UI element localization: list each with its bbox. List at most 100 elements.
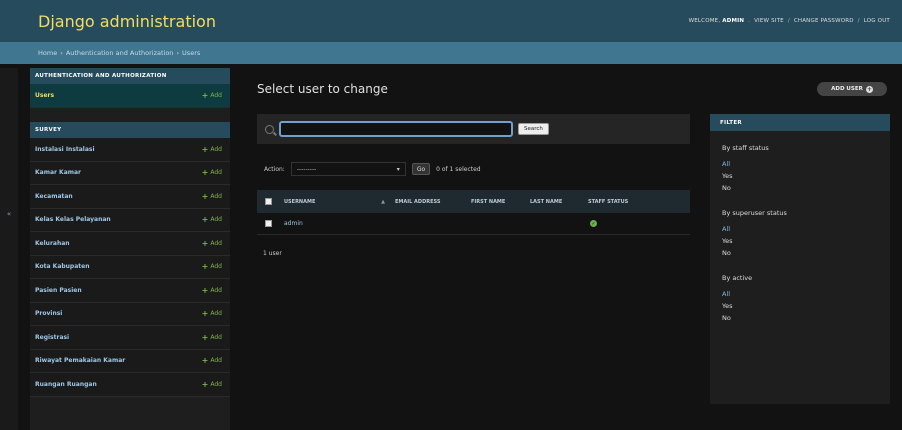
search-button[interactable]: Search: [518, 123, 549, 135]
filter-option[interactable]: No: [722, 249, 890, 261]
actions-bar: Action: --------- ▾ Go 0 of 1 selected: [264, 162, 481, 176]
sidebar-item-instalasi-instalasi: Instalasi Instalasi + Add: [30, 138, 230, 162]
add-link[interactable]: + Add: [202, 286, 222, 295]
plus-icon: +: [201, 262, 209, 272]
column-staff-status[interactable]: STAFF STATUS: [584, 199, 654, 205]
breadcrumb-auth[interactable]: Authentication and Authorization: [66, 49, 174, 57]
filter-group: By active All Yes No: [710, 274, 890, 326]
filter-panel: FILTER By staff status All Yes No By superus…: [710, 114, 890, 404]
filter-group: By staff status All Yes No: [710, 144, 890, 196]
breadcrumb-users: Users: [182, 49, 201, 57]
results-table: USERNAME ▲ EMAIL ADDRESS FIRST NAME LAST…: [257, 190, 690, 235]
add-user-button[interactable]: ADD USER +: [817, 82, 887, 96]
sidebar-item-kelurahan: Kelurahan + Add: [30, 232, 230, 256]
add-link[interactable]: + Add: [202, 356, 222, 365]
module-caption[interactable]: AUTHENTICATION AND AUTHORIZATION: [30, 68, 230, 84]
model-link[interactable]: Pasien Pasien: [35, 287, 82, 294]
add-link[interactable]: + Add: [202, 239, 222, 248]
filter-option[interactable]: Yes: [722, 237, 890, 249]
sidebar-item-kota-kabupaten: Kota Kabupaten + Add: [30, 255, 230, 279]
plus-icon: +: [201, 309, 209, 319]
add-link[interactable]: + Add: [202, 91, 222, 100]
model-link[interactable]: Instalasi Instalasi: [35, 146, 95, 153]
filter-option[interactable]: All: [722, 290, 890, 302]
username-link[interactable]: admin: [280, 220, 375, 227]
model-link[interactable]: Kelurahan: [35, 240, 70, 247]
filter-title: FILTER: [710, 114, 890, 131]
sidebar-item-provinsi: Provinsi + Add: [30, 302, 230, 326]
filter-option[interactable]: All: [722, 160, 890, 172]
add-link[interactable]: + Add: [202, 192, 222, 201]
breadcrumb: Home › Authentication and Authorization …: [0, 42, 902, 64]
column-username[interactable]: USERNAME: [280, 199, 375, 205]
filter-option[interactable]: No: [722, 184, 890, 196]
plus-icon: +: [201, 332, 209, 342]
plus-icon: +: [201, 285, 209, 295]
add-link[interactable]: + Add: [202, 168, 222, 177]
site-branding[interactable]: Django administration: [38, 12, 216, 31]
model-link[interactable]: Ruangan Ruangan: [35, 381, 97, 388]
sort-icon[interactable]: ▲: [375, 199, 391, 205]
row-checkbox[interactable]: [265, 220, 272, 227]
sidebar-item-pasien-pasien: Pasien Pasien + Add: [30, 279, 230, 303]
table-row: admin ✓: [257, 213, 690, 235]
breadcrumb-home[interactable]: Home: [38, 49, 57, 57]
add-link[interactable]: + Add: [202, 333, 222, 342]
filter-option[interactable]: Yes: [722, 302, 890, 314]
view-site-link[interactable]: VIEW SITE: [754, 18, 784, 24]
plus-icon: +: [201, 379, 209, 389]
module-survey: SURVEY Instalasi Instalasi + Add Kamar Kama…: [30, 122, 230, 397]
filter-heading: By active: [722, 274, 753, 282]
add-link[interactable]: + Add: [202, 215, 222, 224]
filter-option[interactable]: No: [722, 314, 890, 326]
column-last-name[interactable]: LAST NAME: [526, 199, 584, 205]
action-select[interactable]: --------- ▾: [290, 162, 406, 176]
plus-circle-icon: +: [865, 85, 873, 93]
add-link[interactable]: + Add: [202, 380, 222, 389]
username: ADMIN: [722, 18, 745, 24]
table-header: USERNAME ▲ EMAIL ADDRESS FIRST NAME LAST…: [257, 190, 690, 213]
module-auth: AUTHENTICATION AND AUTHORIZATION Users +…: [30, 68, 230, 108]
filter-heading: By superuser status: [722, 209, 787, 217]
sidebar-item-kamar-kamar: Kamar Kamar + Add: [30, 161, 230, 185]
go-button[interactable]: Go: [411, 163, 431, 175]
model-link[interactable]: Kecamatan: [35, 193, 73, 200]
search-icon: [265, 124, 274, 134]
search-input[interactable]: [279, 121, 513, 137]
column-email[interactable]: EMAIL ADDRESS: [391, 199, 467, 205]
action-label: Action:: [264, 165, 285, 173]
logout-link[interactable]: LOG OUT: [864, 18, 890, 24]
user-tools: WELCOME, ADMIN . VIEW SITE / CHANGE PASS…: [688, 18, 890, 24]
model-link[interactable]: Kamar Kamar: [35, 169, 81, 176]
plus-icon: +: [201, 168, 209, 178]
add-link[interactable]: + Add: [202, 262, 222, 271]
plus-icon: +: [201, 191, 209, 201]
filter-option[interactable]: Yes: [722, 172, 890, 184]
sidebar-item-registrasi: Registrasi + Add: [30, 326, 230, 350]
filter-option[interactable]: All: [722, 225, 890, 237]
model-link[interactable]: Provinsi: [35, 310, 62, 317]
sidebar-toggle[interactable]: «: [0, 68, 18, 430]
column-first-name[interactable]: FIRST NAME: [467, 199, 526, 205]
model-link[interactable]: Users: [35, 92, 54, 99]
selection-counter: 0 of 1 selected: [436, 165, 481, 173]
model-link[interactable]: Registrasi: [35, 334, 69, 341]
sidebar-item-riwayat-pemakaian-kamar: Riwayat Pemakaian Kamar + Add: [30, 349, 230, 373]
check-circle-icon: ✓: [590, 220, 597, 227]
add-link[interactable]: + Add: [202, 145, 222, 154]
plus-icon: +: [201, 91, 209, 100]
sidebar-item-kelas-kelas-pelayanan: Kelas Kelas Pelayanan + Add: [30, 208, 230, 232]
select-all-checkbox[interactable]: [265, 198, 272, 205]
sidebar-item-kecamatan: Kecamatan + Add: [30, 185, 230, 209]
model-link[interactable]: Kelas Kelas Pelayanan: [35, 216, 111, 223]
welcome-text: WELCOME,: [688, 18, 721, 24]
sidebar-item-users: Users + Add: [30, 84, 230, 108]
add-link[interactable]: + Add: [202, 309, 222, 318]
filter-heading: By staff status: [722, 144, 769, 152]
plus-icon: +: [201, 238, 209, 248]
change-password-link[interactable]: CHANGE PASSWORD: [794, 18, 854, 24]
sidebar: AUTHENTICATION AND AUTHORIZATION Users +…: [30, 68, 230, 430]
module-caption[interactable]: SURVEY: [30, 122, 230, 138]
model-link[interactable]: Riwayat Pemakaian Kamar: [35, 357, 125, 364]
model-link[interactable]: Kota Kabupaten: [35, 263, 90, 270]
